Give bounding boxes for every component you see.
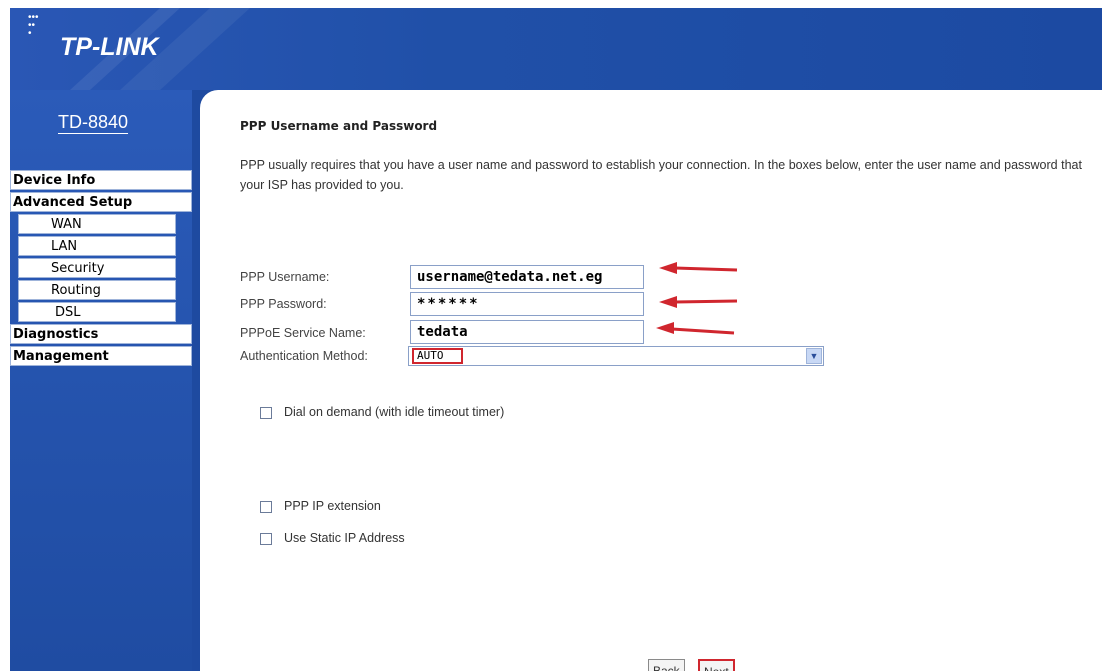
auth-method-select[interactable]: AUTO ▼: [408, 346, 824, 366]
ppp-ip-extension-label: PPP IP extension: [284, 499, 381, 513]
sidebar-item-lan[interactable]: LAN: [18, 236, 176, 256]
sidebar-item-management[interactable]: Management: [10, 346, 192, 366]
model-name: TD-8840: [58, 112, 129, 132]
main-content: PPP Username and Password PPP usually re…: [200, 90, 1102, 671]
router-admin-frame: ••• •• • TP-LINK TD-8840 Device Info Advan…: [10, 8, 1102, 671]
dial-on-demand-row[interactable]: Dial on demand (with idle timeout timer): [260, 405, 504, 419]
dial-on-demand-checkbox[interactable]: [260, 406, 272, 419]
sidebar-item-routing[interactable]: Routing: [18, 280, 176, 300]
chevron-down-icon[interactable]: ▼: [806, 348, 822, 364]
back-button[interactable]: Back: [648, 659, 685, 671]
red-arrow-icon: [659, 262, 738, 274]
username-input[interactable]: username@tedata.net.eg: [410, 265, 644, 289]
ppp-ip-extension-checkbox[interactable]: [260, 500, 272, 513]
sidebar-item-security[interactable]: Security: [18, 258, 176, 278]
password-label: PPP Password:: [240, 297, 327, 311]
service-name-label: PPPoE Service Name:: [240, 326, 366, 340]
sidebar-item-advanced-setup[interactable]: Advanced Setup: [10, 192, 192, 212]
page-description: PPP usually requires that you have a use…: [240, 158, 1082, 192]
red-arrow-icon: [656, 322, 735, 335]
sidebar-item-diagnostics[interactable]: Diagnostics: [10, 324, 192, 344]
sidebar-nav: Device Info Advanced Setup WAN LAN Secur…: [10, 170, 192, 368]
header-banner: ••• •• • TP-LINK: [10, 8, 1102, 90]
page-title: PPP Username and Password: [240, 119, 438, 133]
static-ip-checkbox[interactable]: [260, 532, 272, 545]
static-ip-row[interactable]: Use Static IP Address: [260, 531, 405, 545]
ppp-ip-extension-row[interactable]: PPP IP extension: [260, 499, 381, 513]
service-name-input[interactable]: tedata: [410, 320, 644, 344]
sidebar-item-device-info[interactable]: Device Info: [10, 170, 192, 190]
dial-on-demand-label: Dial on demand (with idle timeout timer): [284, 405, 505, 419]
static-ip-label: Use Static IP Address: [284, 531, 405, 545]
username-label: PPP Username:: [240, 270, 330, 284]
auth-method-value: AUTO: [412, 348, 463, 364]
logo-mark-icon: ••• •• •: [28, 12, 39, 39]
sidebar-item-wan[interactable]: WAN: [18, 214, 176, 234]
red-arrow-icon: [659, 296, 738, 308]
sidebar-item-dsl[interactable]: DSL: [18, 302, 176, 322]
brand-logo: TP-LINK: [60, 33, 159, 61]
auth-method-label: Authentication Method:: [240, 349, 368, 363]
next-button[interactable]: Next: [698, 659, 735, 671]
password-input[interactable]: ******: [410, 292, 644, 316]
